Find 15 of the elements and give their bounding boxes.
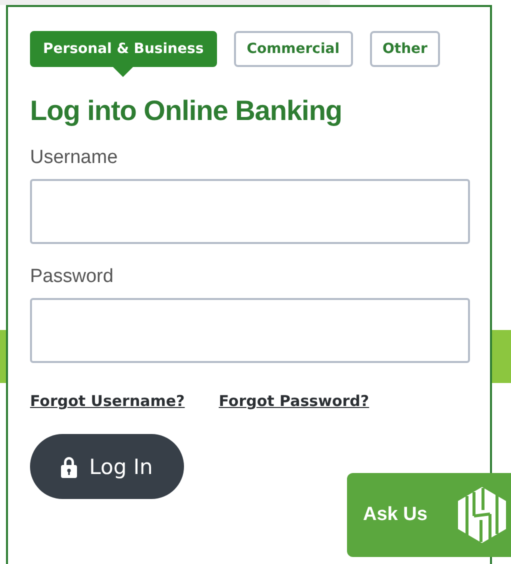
tab[interactable]: Other [370,31,440,67]
input-field[interactable] [30,298,470,363]
input-field[interactable] [30,179,470,244]
tab[interactable]: Commercial [234,31,352,67]
tab[interactable]: Personal & Business [30,31,217,67]
field-label: Password [30,266,114,288]
hexagon-logo-icon [457,486,508,544]
field-label: Username [30,147,119,169]
forgot-link[interactable]: Forgot Username? [30,392,185,410]
forgot-link[interactable]: Forgot Password? [218,392,370,410]
lock-icon [61,456,78,478]
page-heading: Log into Online Banking [30,95,344,127]
login-button[interactable]: Log In [30,434,184,499]
tab-pointer [113,67,134,77]
ask-us-button[interactable]: Ask Us [347,473,511,557]
